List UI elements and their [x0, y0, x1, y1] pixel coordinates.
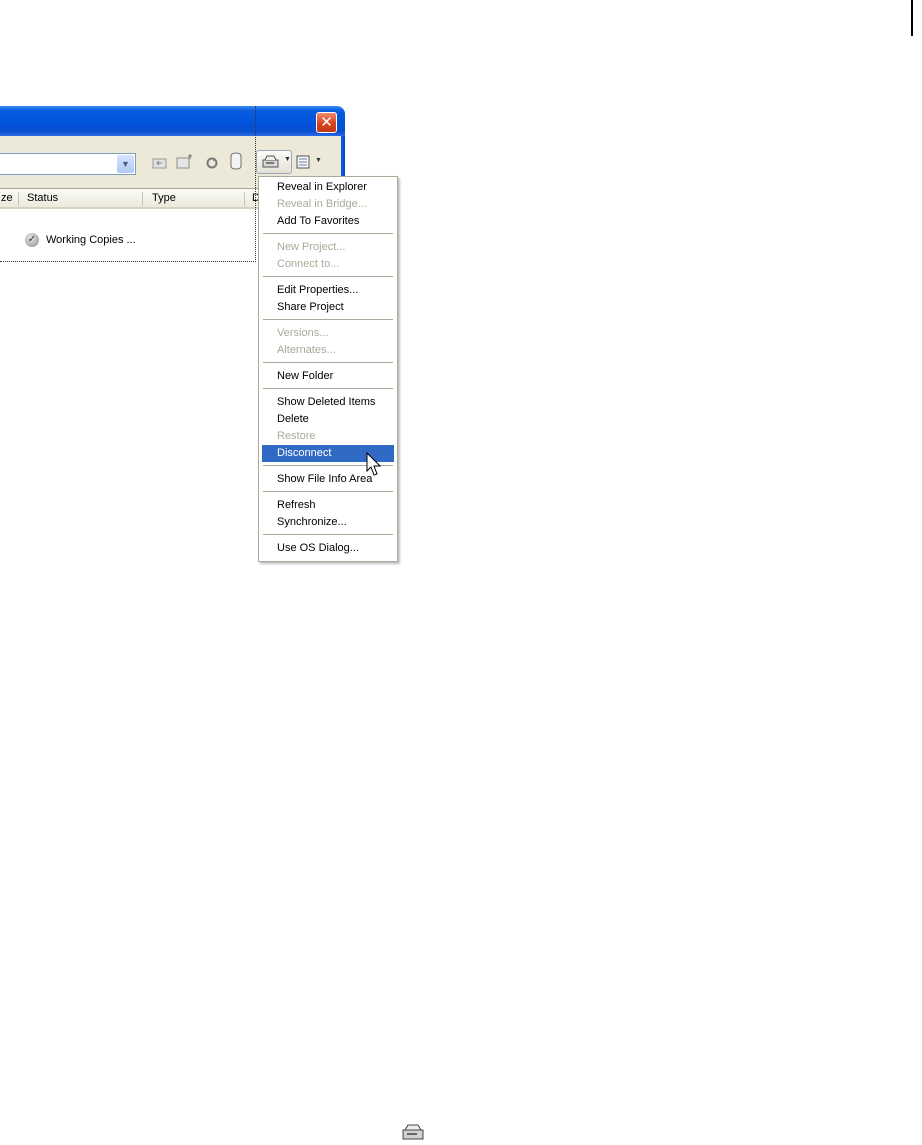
menu-separator: [263, 491, 393, 492]
menu-separator: [263, 534, 393, 535]
menu-item-reveal-in-bridge: Reveal in Bridge...: [277, 198, 367, 210]
chevron-down-icon: ▼: [284, 156, 291, 163]
menu-separator: [263, 362, 393, 363]
database-icon[interactable]: [229, 152, 243, 173]
close-icon: ✕: [320, 113, 333, 131]
menu-item-new-folder[interactable]: New Folder: [262, 368, 394, 385]
menu-separator: [263, 276, 393, 277]
column-divider[interactable]: [244, 192, 245, 206]
menu-item-show-deleted-items[interactable]: Show Deleted Items: [262, 394, 394, 411]
drive-icon: [402, 1124, 424, 1140]
new-folder-icon[interactable]: [176, 153, 194, 173]
column-size[interactable]: ze: [1, 192, 13, 204]
drive-menu-icon: [262, 155, 280, 174]
menu-separator: [263, 233, 393, 234]
menu-separator: [263, 388, 393, 389]
column-status[interactable]: Status: [27, 192, 58, 204]
page-rule: [911, 0, 913, 36]
close-button[interactable]: ✕: [316, 112, 337, 133]
menu-item-refresh[interactable]: Refresh: [262, 497, 394, 514]
menu-item-edit-properties[interactable]: Edit Properties...: [262, 282, 394, 299]
menu-item-reveal-in-explorer[interactable]: Reveal in Explorer: [262, 179, 394, 196]
menu-item-restore: Restore: [277, 430, 316, 442]
drive-menu-button[interactable]: ▼: [256, 150, 292, 174]
chevron-down-icon: ▼: [315, 157, 322, 164]
column-divider[interactable]: [18, 192, 19, 206]
menu-item-connect-to: Connect to...: [277, 258, 340, 270]
menu-item-new-project: New Project...: [277, 241, 346, 253]
title-bar[interactable]: ✕: [0, 106, 345, 136]
menu-item-alternates: Alternates...: [277, 344, 336, 356]
back-icon[interactable]: [152, 156, 168, 173]
view-menu-icon: [296, 155, 311, 174]
mouse-cursor-icon: [366, 452, 382, 476]
refresh-icon[interactable]: [205, 156, 219, 173]
location-combo[interactable]: ▼: [0, 153, 136, 175]
menu-item-use-os-dialog[interactable]: Use OS Dialog...: [262, 540, 394, 557]
column-type[interactable]: Type: [152, 192, 176, 204]
column-divider[interactable]: [142, 192, 143, 206]
menu-item-synchronize[interactable]: Synchronize...: [262, 514, 394, 531]
combo-arrow-icon[interactable]: ▼: [117, 155, 134, 173]
menu-item-add-to-favorites[interactable]: Add To Favorites: [262, 213, 394, 230]
menu-item-delete[interactable]: Delete: [262, 411, 394, 428]
menu-item-versions: Versions...: [277, 327, 329, 339]
context-menu: Reveal in Explorer Reveal in Bridge... A…: [258, 176, 398, 562]
status-text: Working Copies ...: [46, 234, 136, 246]
menu-separator: [263, 319, 393, 320]
checkmark-icon: ✓: [25, 233, 39, 247]
view-menu-button[interactable]: ▼: [296, 152, 326, 172]
menu-item-share-project[interactable]: Share Project: [262, 299, 394, 316]
